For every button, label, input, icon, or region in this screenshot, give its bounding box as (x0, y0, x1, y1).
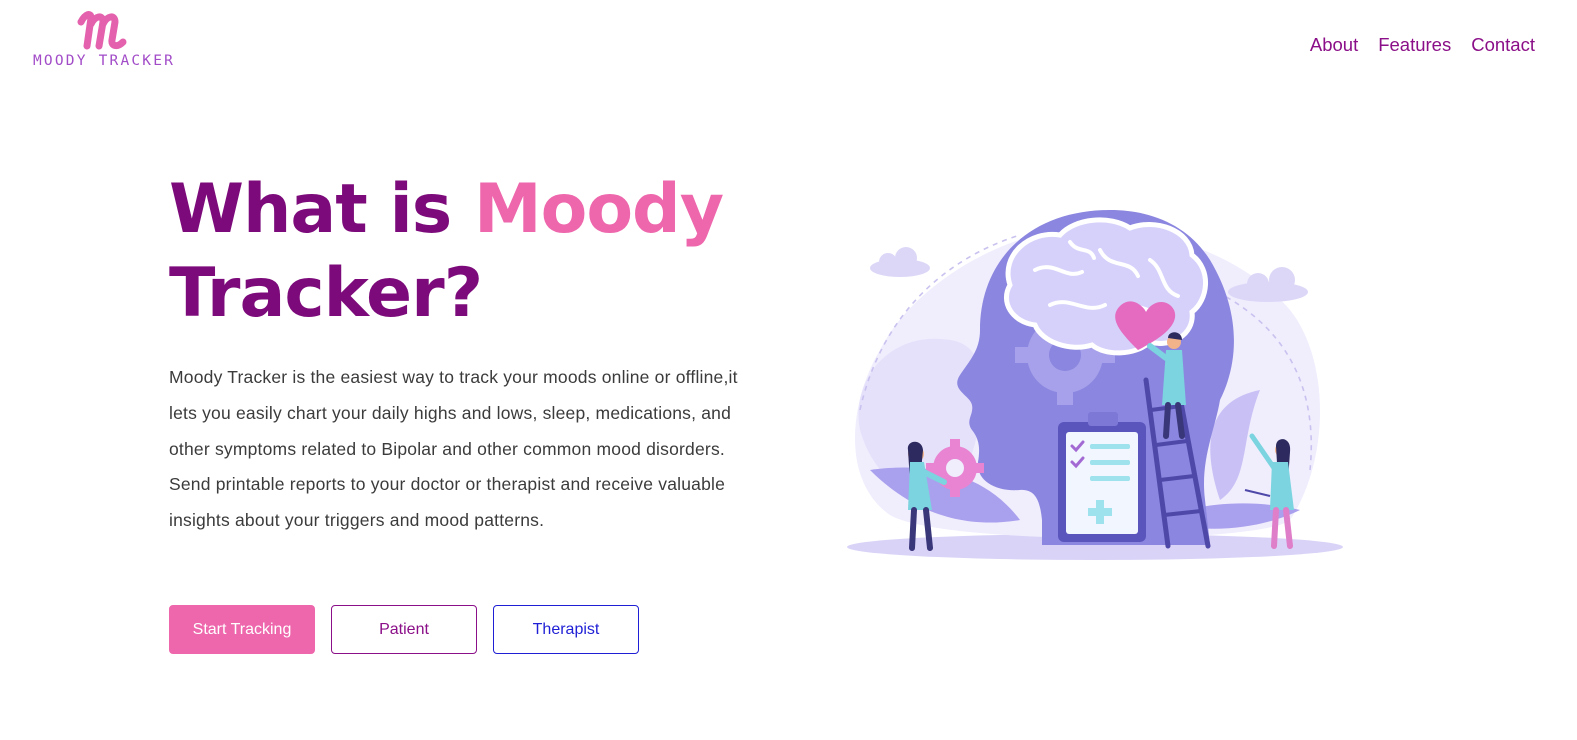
patient-button[interactable]: Patient (331, 605, 477, 654)
hero-title: What is Moody Tracker? (169, 168, 789, 336)
nav-link-about[interactable]: About (1310, 34, 1358, 56)
hero-title-part2: Tracker? (169, 254, 483, 333)
main-nav: About Features Contact (1310, 34, 1535, 56)
logo[interactable]: MOODY TRACKER (33, 8, 183, 72)
brain-illustration (847, 210, 1343, 560)
nav-link-contact[interactable]: Contact (1471, 34, 1535, 56)
logo-text: MOODY TRACKER (33, 53, 176, 69)
therapist-button[interactable]: Therapist (493, 605, 639, 654)
start-tracking-button[interactable]: Start Tracking (169, 605, 315, 654)
hero-title-part1: What is (169, 170, 474, 249)
nav-link-features[interactable]: Features (1378, 34, 1451, 56)
hero-description: Moody Tracker is the easiest way to trac… (169, 367, 738, 531)
hero-title-accent: Moody (473, 170, 724, 249)
logo-m-icon (77, 11, 127, 50)
